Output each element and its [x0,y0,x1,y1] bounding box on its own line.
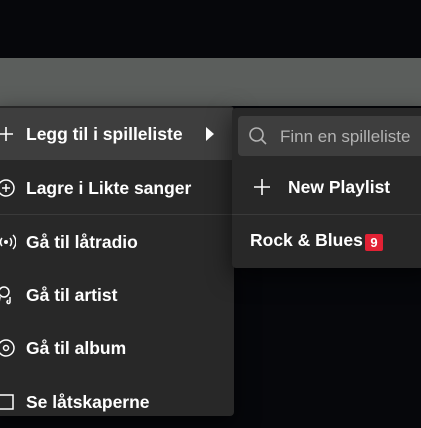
plus-icon [254,179,270,195]
artist-icon [0,286,11,305]
menu-divider [0,214,234,215]
new-playlist-button[interactable]: New Playlist [232,162,421,214]
chevron-right-icon [206,127,214,141]
header-band [0,58,421,106]
credits-icon [0,394,14,410]
menu-item-label: Se låtskaperne [26,391,150,412]
menu-item-go-to-artist[interactable]: Gå til artist [0,269,234,321]
menu-item-go-to-album[interactable]: Gå til album [0,322,234,374]
search-icon [249,127,267,145]
playlist-submenu: Finn en spilleliste New Playlist Rock & … [232,108,421,268]
playlist-item[interactable]: Rock & Blues 9 [232,215,421,267]
menu-item-add-to-playlist[interactable]: Legg til i spilleliste [0,108,234,160]
playlist-name: Rock & Blues [250,230,363,250]
menu-item-label: Lagre i Likte sanger [26,177,192,198]
menu-item-label: Gå til låtradio [26,231,138,252]
playlist-search-input[interactable]: Finn en spilleliste [238,116,421,156]
menu-item-label: Gå til album [26,337,127,358]
menu-item-label: Legg til i spilleliste [26,123,183,144]
context-menu: Legg til i spilleliste Lagre i Likte san… [0,106,234,416]
menu-item-save-liked[interactable]: Lagre i Likte sanger [0,162,234,214]
circle-plus-icon [0,179,15,197]
count-badge: 9 [365,234,383,251]
album-icon [0,339,15,357]
radio-icon [0,234,16,250]
menu-item-show-credits[interactable]: Se låtskaperne [0,376,234,428]
menu-item-label: Gå til artist [26,284,118,305]
search-placeholder: Finn en spilleliste [280,127,411,146]
plus-icon [0,127,13,141]
menu-item-song-radio[interactable]: Gå til låtradio [0,216,234,268]
new-playlist-label: New Playlist [288,177,391,197]
